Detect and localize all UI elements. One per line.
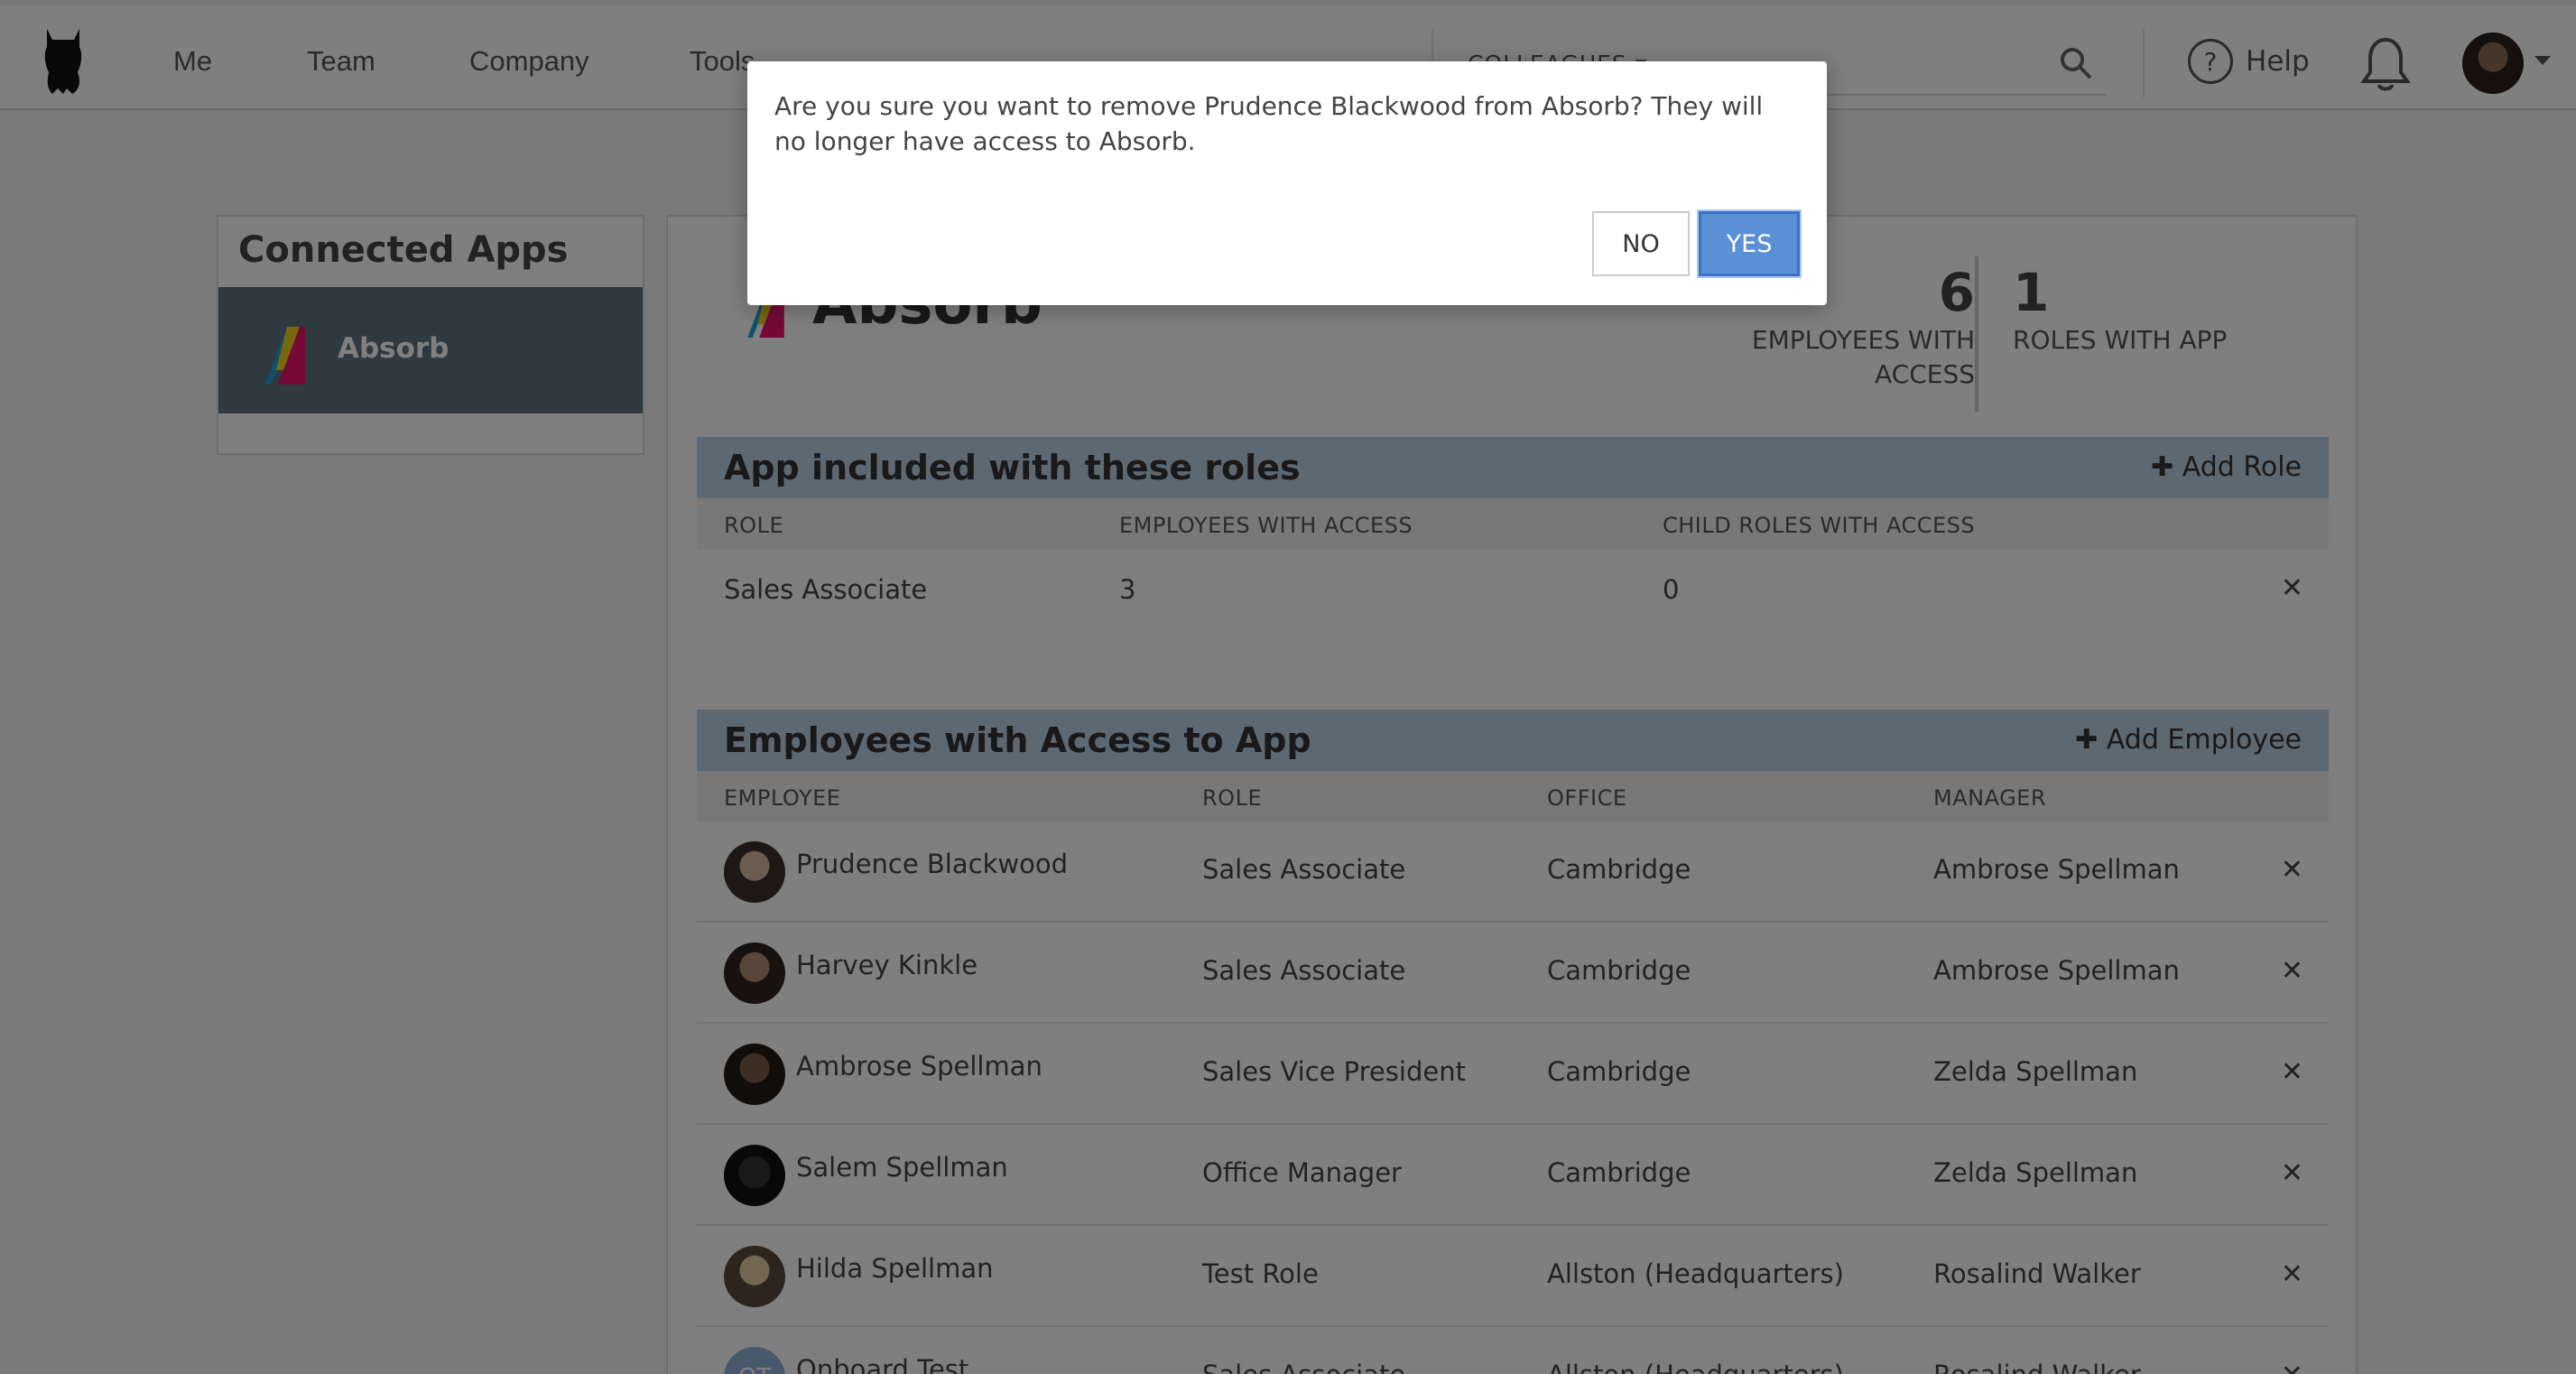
confirm-remove-dialog: Are you sure you want to remove Prudence… [747,61,1827,305]
confirm-message: Are you sure you want to remove Prudence… [774,91,1764,156]
no-button[interactable]: NO [1592,211,1690,276]
yes-button[interactable]: YES [1699,211,1800,276]
